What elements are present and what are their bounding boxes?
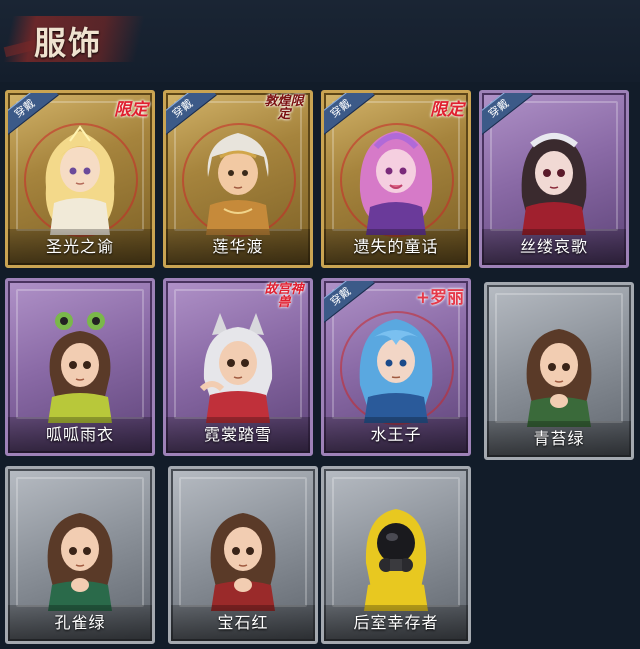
limited-badge: 限定 bbox=[430, 100, 464, 120]
costume-card-peacock-green[interactable]: 孔雀绿 bbox=[5, 466, 155, 644]
costume-name: 青苔绿 bbox=[533, 429, 585, 448]
costume-name: 宝石红 bbox=[217, 613, 269, 632]
costume-name: 孔雀绿 bbox=[54, 613, 106, 632]
costume-card-frog-raincoat[interactable]: 呱呱雨衣 bbox=[5, 278, 155, 456]
limited-badge: 限定 bbox=[114, 100, 148, 120]
costume-card-ruby-red[interactable]: 宝石红 bbox=[168, 466, 318, 644]
costume-name: 呱呱雨衣 bbox=[45, 425, 114, 444]
costume-card-sacred-light[interactable]: 穿戴 限定 圣光之谕 bbox=[5, 90, 155, 268]
collab-badge: +罗丽 bbox=[415, 288, 464, 308]
water-prince-portrait-icon bbox=[359, 319, 433, 423]
page-title: 服饰 bbox=[34, 24, 103, 62]
costume-card-snow-dance[interactable]: 故宫神兽 霓裳踏雪 bbox=[163, 278, 313, 456]
monk-portrait-icon bbox=[206, 133, 270, 235]
costume-card-water-prince[interactable]: 穿戴 +罗丽 水王子 bbox=[321, 278, 471, 456]
girl-red-portrait-icon bbox=[210, 513, 276, 611]
costume-card-moss-green[interactable]: 青苔绿 bbox=[484, 282, 634, 460]
costume-name: 丝缕哀歌 bbox=[519, 237, 588, 256]
costume-name: 圣光之谕 bbox=[45, 237, 114, 256]
girl-green-portrait-icon bbox=[47, 513, 113, 611]
costume-name: 莲华渡 bbox=[212, 237, 264, 256]
costume-card-lotus[interactable]: 穿戴 敦煌限定 莲华渡 bbox=[163, 90, 313, 268]
costume-card-lost-fairytale[interactable]: 穿戴 限定 遗失的童话 bbox=[321, 90, 471, 268]
doll-portrait-icon bbox=[521, 133, 587, 235]
dunhuang-limited-badge: 敦煌限定 bbox=[264, 94, 304, 122]
header: 服饰 bbox=[0, 0, 640, 82]
hazmat-portrait-icon bbox=[364, 509, 428, 611]
palace-beast-badge: 故宫神兽 bbox=[264, 282, 304, 310]
costume-name: 霓裳踏雪 bbox=[203, 425, 272, 444]
costume-name: 遗失的童话 bbox=[353, 237, 439, 256]
costume-card-silk-elegy[interactable]: 穿戴 丝缕哀歌 bbox=[479, 90, 629, 268]
girl-green-portrait-icon bbox=[526, 329, 592, 427]
angel-portrait-icon bbox=[45, 125, 115, 235]
fairytale-portrait-icon bbox=[359, 131, 433, 235]
costume-card-backroom-survivor[interactable]: 后室幸存者 bbox=[321, 466, 471, 644]
wolf-portrait-icon bbox=[199, 313, 273, 423]
costume-name: 后室幸存者 bbox=[353, 613, 439, 632]
costume-name: 水王子 bbox=[370, 425, 422, 444]
frog-portrait-icon bbox=[48, 312, 112, 423]
